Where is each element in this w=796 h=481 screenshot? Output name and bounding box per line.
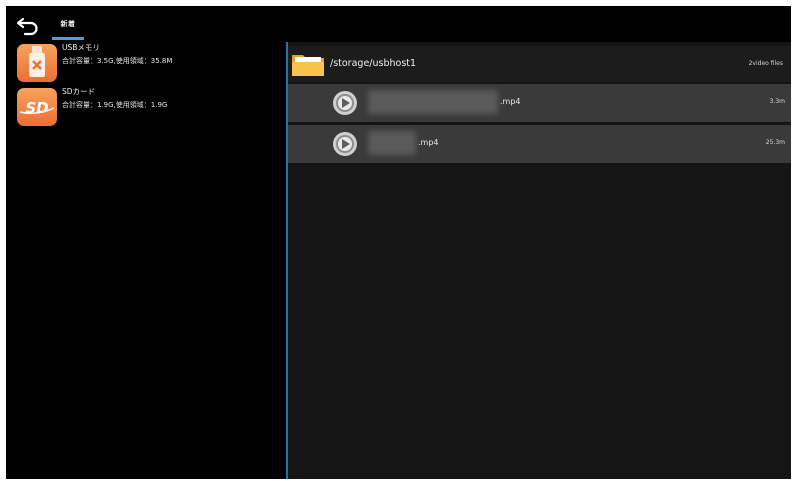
redacted-filename bbox=[368, 90, 498, 114]
storage-item-sd[interactable]: SD SDカード 合計容量：1.9G,使用領域：1.9G bbox=[17, 86, 287, 128]
file-size: 25.3m bbox=[765, 139, 785, 146]
file-name: .mp4 bbox=[418, 138, 439, 147]
panel-divider bbox=[286, 42, 288, 479]
video-file-icon bbox=[330, 129, 362, 159]
folder-icon bbox=[291, 50, 325, 78]
current-path: /storage/usbhost1 bbox=[330, 58, 417, 69]
tab-new[interactable]: 新着 bbox=[52, 16, 84, 42]
video-file-icon bbox=[330, 88, 362, 118]
file-browser-panel: /storage/usbhost1 2video files .mp4 3.3m bbox=[286, 42, 791, 479]
storage-name: SDカード bbox=[62, 87, 96, 96]
sd-card-icon: SD bbox=[17, 88, 57, 126]
file-row[interactable]: .mp4 3.3m bbox=[288, 84, 791, 122]
file-row[interactable]: .mp4 25.3m bbox=[288, 125, 791, 163]
sd-icon-text: SD bbox=[25, 99, 48, 117]
redacted-filename bbox=[368, 131, 416, 155]
back-button[interactable] bbox=[16, 15, 40, 37]
storage-detail: 合計容量：3.5G,使用領域：35.8M bbox=[62, 57, 173, 65]
file-name: .mp4 bbox=[500, 97, 521, 106]
top-bar: 新着 bbox=[6, 6, 791, 46]
usb-drive-icon bbox=[17, 44, 57, 82]
storage-name: USBメモリ bbox=[62, 43, 100, 52]
path-bar[interactable]: /storage/usbhost1 2video files bbox=[286, 46, 791, 82]
back-arrow-icon bbox=[16, 17, 38, 36]
app-screen: 新着 USBメモリ 合計容量：3.5G,使用領域：35.8M SD SDカード … bbox=[6, 6, 791, 479]
file-count: 2video files bbox=[748, 60, 783, 67]
storage-item-usb[interactable]: USBメモリ 合計容量：3.5G,使用領域：35.8M bbox=[17, 42, 287, 84]
tab-label: 新着 bbox=[60, 20, 76, 28]
storage-detail: 合計容量：1.9G,使用領域：1.9G bbox=[62, 101, 168, 109]
file-size: 3.3m bbox=[769, 98, 785, 105]
tab-active-indicator bbox=[52, 37, 84, 40]
